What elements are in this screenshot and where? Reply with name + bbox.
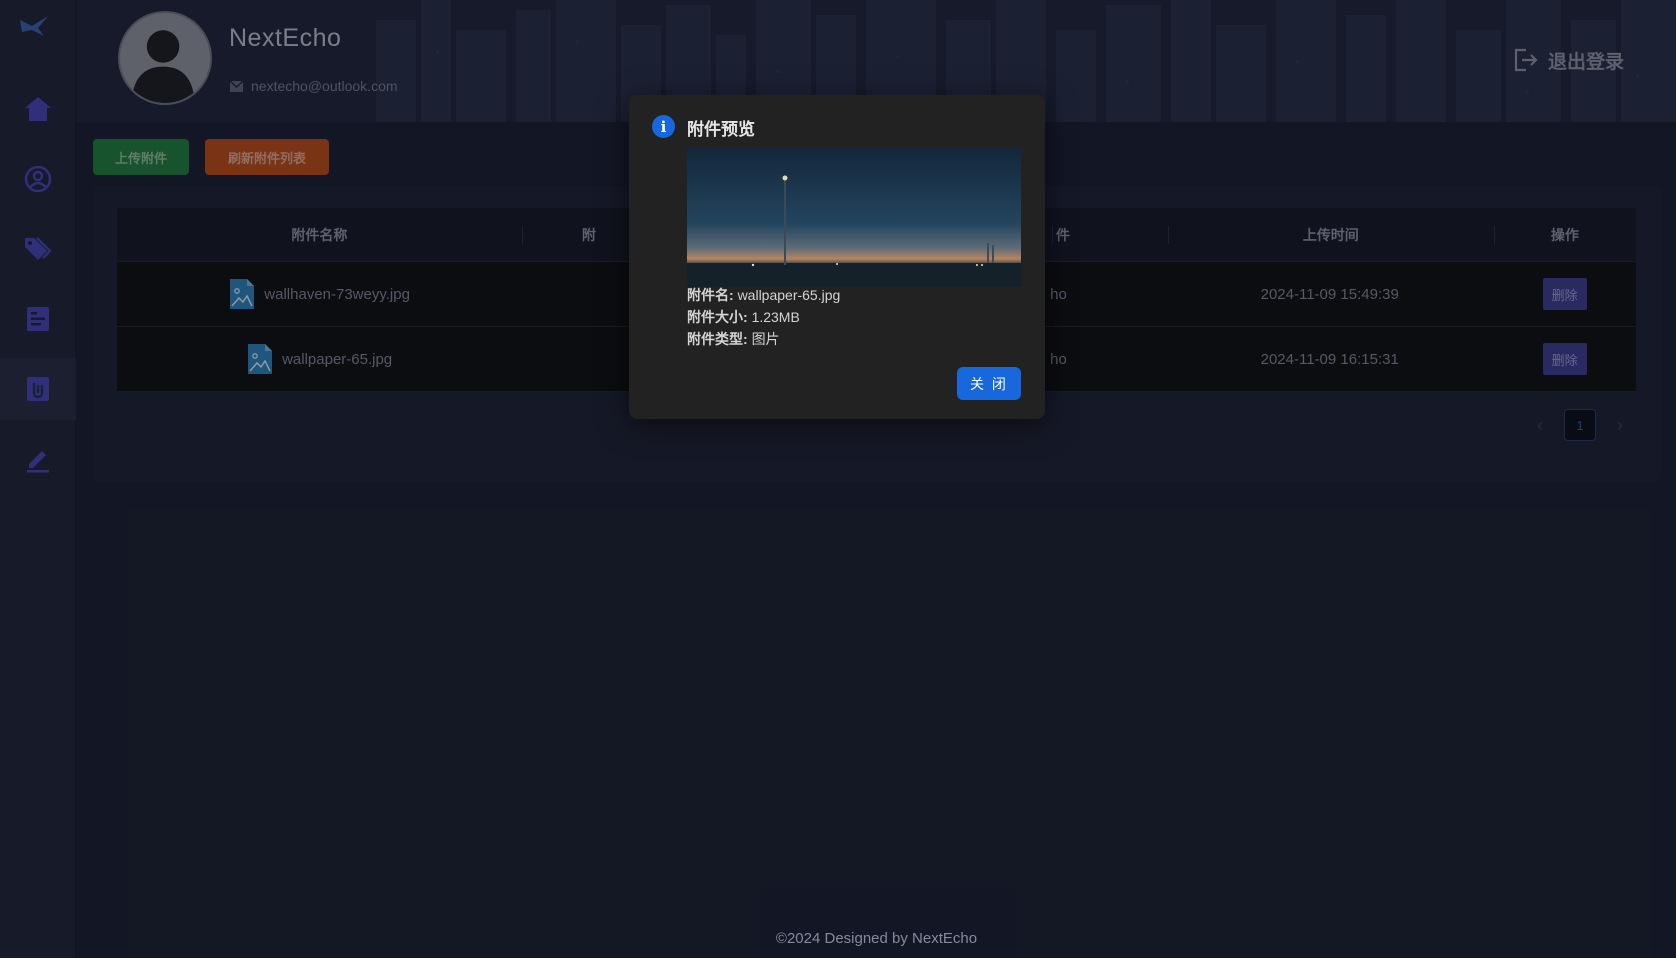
file-type-label: 附件类型: — [687, 331, 748, 347]
file-name-value: wallpaper-65.jpg — [737, 287, 841, 303]
attachment-preview-image — [687, 147, 1021, 287]
close-button[interactable]: 关 闭 — [957, 367, 1021, 400]
info-icon: i — [652, 115, 675, 138]
file-type-value: 图片 — [751, 331, 780, 347]
file-name-label: 附件名: — [687, 287, 734, 303]
file-size-value: 1.23MB — [751, 309, 800, 325]
file-size-info: 附件大小: 1.23MB — [687, 307, 800, 327]
file-type-info: 附件类型: 图片 — [687, 329, 780, 349]
file-size-label: 附件大小: — [687, 309, 748, 325]
footer-text: ©2024 Designed by NextEcho — [775, 930, 978, 947]
modal-title: 附件预览 — [687, 120, 755, 139]
attachment-preview-modal: i 附件预览 附件名: wallpaper-65.jpg 附件大小: 1.23M… — [629, 95, 1045, 419]
file-name-info: 附件名: wallpaper-65.jpg — [687, 285, 840, 305]
